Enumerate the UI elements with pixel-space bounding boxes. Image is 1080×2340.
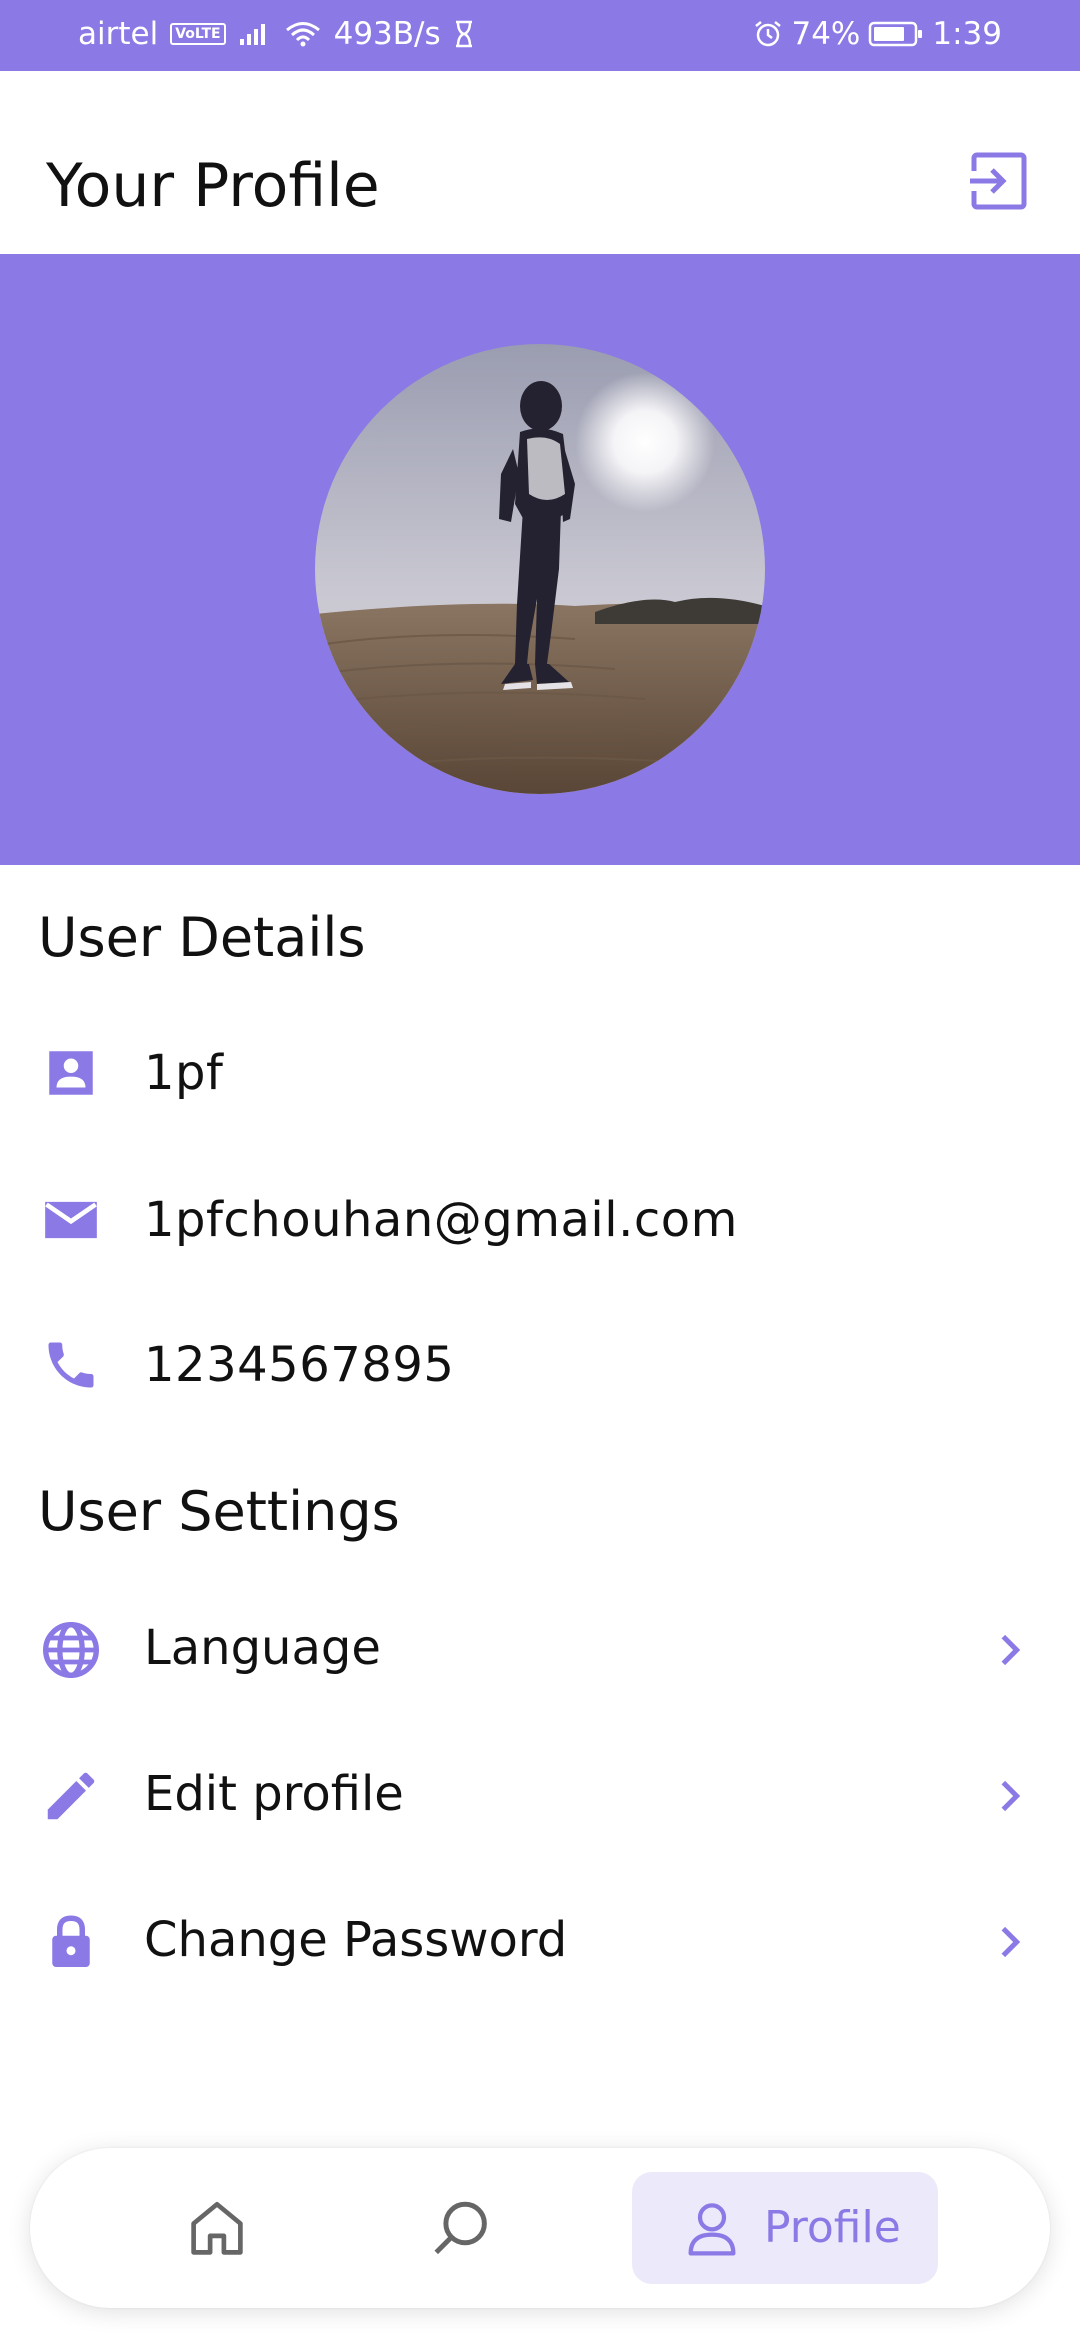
search-icon [434, 2201, 487, 2255]
lock-icon [38, 1909, 104, 1975]
settings-item-label: Change Password [144, 1912, 568, 1968]
profile-screen: airtel VoLTE 493B/s 74% 1:39 Your Profil… [0, 0, 1080, 2340]
status-bar: airtel VoLTE 493B/s 74% 1:39 [0, 0, 1080, 71]
nav-profile-button[interactable]: Profile [632, 2172, 938, 2284]
detail-row-name: 1pf [38, 1028, 1038, 1118]
profile-banner [0, 254, 1080, 865]
app-header: Your Profile [0, 71, 1080, 254]
email-icon [38, 1187, 104, 1253]
settings-item-label: Language [144, 1620, 381, 1676]
profile-icon [688, 2203, 736, 2256]
signal-icon [239, 24, 265, 45]
chevron-right-icon [1001, 1634, 1021, 1666]
status-right: 74% 1:39 [753, 16, 1002, 52]
settings-item-change-password[interactable]: Change Password [0, 1882, 1080, 2002]
pencil-icon [38, 1763, 104, 1829]
logout-button[interactable] [966, 149, 1030, 213]
avatar-photo [315, 344, 765, 794]
status-left: airtel VoLTE 493B/s [78, 16, 475, 52]
nav-home-button[interactable] [184, 2196, 250, 2262]
settings-item-language[interactable]: Language [0, 1590, 1080, 1710]
settings-item-label: Edit profile [144, 1766, 404, 1822]
chevron-right-icon [1001, 1926, 1021, 1958]
nav-search-button[interactable] [428, 2196, 494, 2262]
page-title: Your Profile [46, 151, 380, 221]
home-icon [191, 2201, 243, 2255]
user-details-title: User Details [38, 906, 366, 969]
carrier-label: airtel [78, 16, 159, 52]
nav-profile-label: Profile [764, 2202, 901, 2253]
alarm-icon [755, 21, 782, 47]
user-name-value: 1pf [144, 1045, 224, 1101]
avatar[interactable] [315, 344, 765, 794]
clock: 1:39 [932, 16, 1002, 52]
wifi-icon [285, 22, 320, 47]
network-speed: 493B/s [333, 16, 441, 52]
battery-icon [869, 21, 923, 47]
logout-icon [969, 152, 1027, 210]
globe-icon [38, 1617, 104, 1683]
detail-row-phone: 1234567895 [38, 1320, 1038, 1410]
hourglass-icon [455, 20, 472, 48]
user-email-value: 1pfchouhan@gmail.com [144, 1192, 738, 1248]
chevron-right-icon [1001, 1780, 1021, 1812]
user-phone-value: 1234567895 [144, 1337, 455, 1393]
settings-item-edit-profile[interactable]: Edit profile [0, 1736, 1080, 1856]
person-icon [38, 1040, 104, 1106]
bottom-nav: Profile [30, 2148, 1050, 2308]
battery-percent: 74% [791, 16, 861, 52]
volte-badge: VoLTE [170, 23, 226, 45]
phone-icon [38, 1332, 104, 1398]
detail-row-email: 1pfchouhan@gmail.com [38, 1175, 1038, 1265]
user-settings-title: User Settings [38, 1480, 400, 1543]
